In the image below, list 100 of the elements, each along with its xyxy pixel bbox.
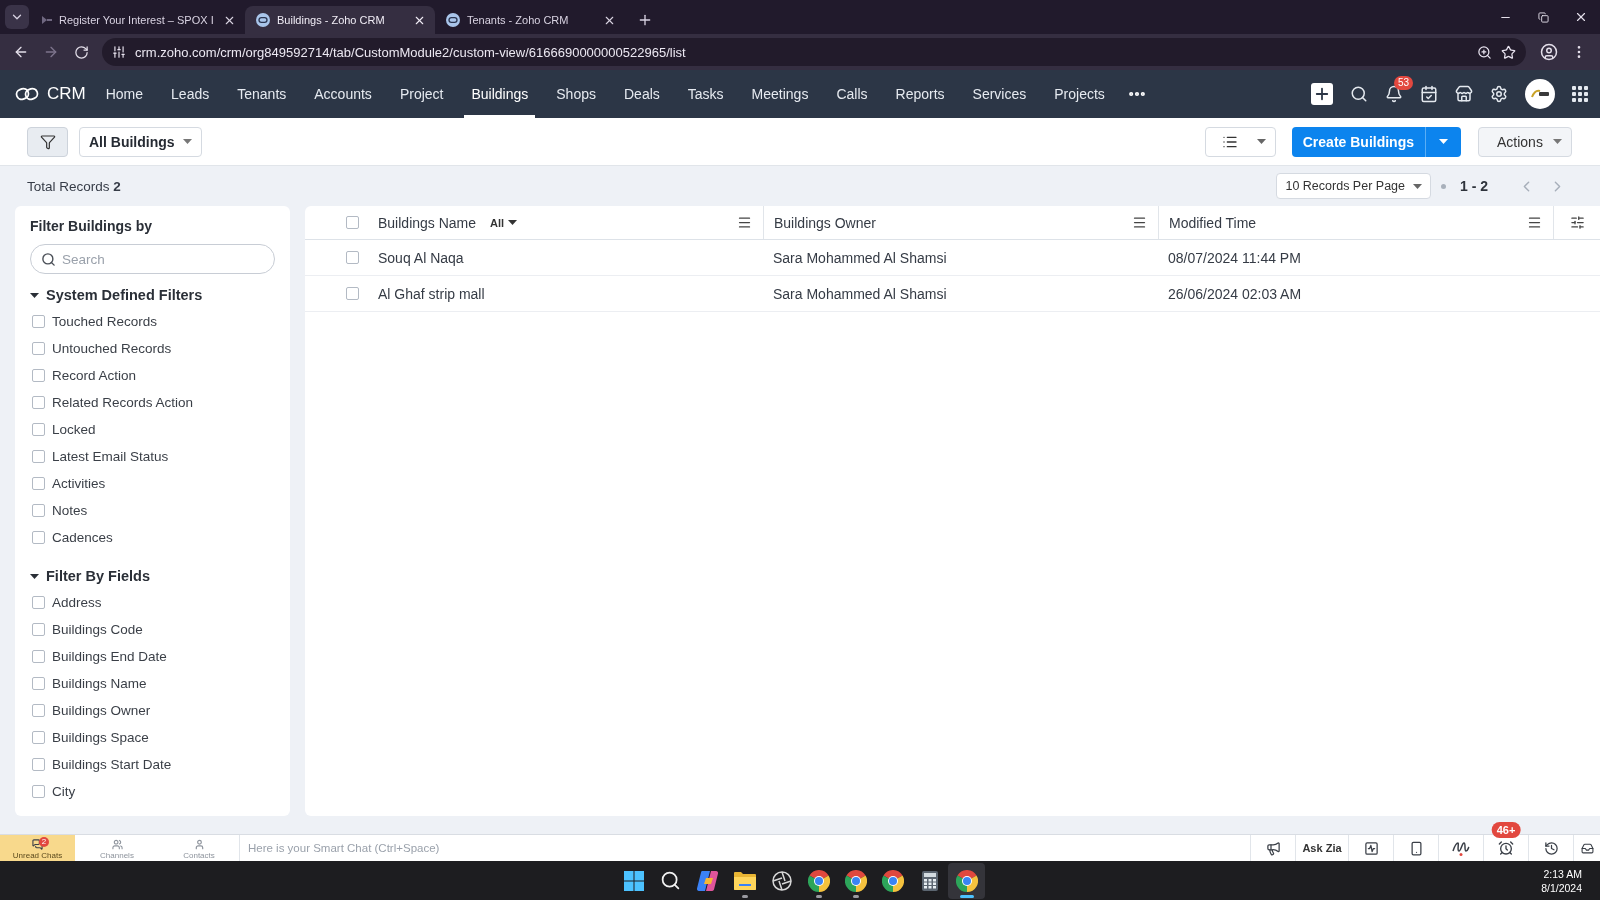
checkbox[interactable] <box>32 423 45 436</box>
address-field[interactable]: crm.zoho.com/crm/org849592714/tab/CustomModule2/custom-view/6166690000000522965/list <box>102 38 1526 66</box>
restore-icon[interactable] <box>1537 11 1549 23</box>
unread-badge: 2 <box>39 836 49 847</box>
caret-down-icon <box>1413 183 1422 189</box>
zoom-icon[interactable] <box>1477 44 1492 60</box>
browser-logo-icon <box>955 869 978 892</box>
close-icon[interactable] <box>1574 10 1588 24</box>
megaphone-icon[interactable] <box>1265 840 1281 856</box>
ring-favicon-icon <box>446 13 460 27</box>
separator-dot-icon <box>1441 183 1446 189</box>
checkbox[interactable] <box>32 785 45 798</box>
tab-search-button[interactable] <box>5 5 29 29</box>
nav-tab[interactable]: Deals <box>617 70 667 118</box>
reload-icon[interactable] <box>73 44 89 60</box>
checkbox[interactable] <box>32 758 45 771</box>
menu-icon[interactable] <box>737 215 752 230</box>
alarm-clock-icon[interactable] <box>1498 840 1514 856</box>
avatar-icon[interactable] <box>1525 79 1555 109</box>
folder-icon <box>733 871 756 890</box>
tray-icon[interactable] <box>1580 841 1594 855</box>
checkbox[interactable] <box>32 477 45 490</box>
search-input[interactable]: Search <box>62 249 264 269</box>
nav-tab[interactable]: Calls <box>829 70 875 118</box>
nav-tab[interactable]: Leads <box>164 70 217 118</box>
nav-tab[interactable]: Reports <box>888 70 952 118</box>
nav-tab[interactable]: Projects <box>1047 70 1112 118</box>
person-icon <box>193 838 205 850</box>
bookmark-star-icon[interactable] <box>1501 44 1516 60</box>
browser-tab[interactable]: Register Your Interest – SPOX I <box>31 6 245 34</box>
menu-icon[interactable] <box>1132 215 1147 230</box>
filter-label: Buildings End Date <box>52 649 167 664</box>
checkbox[interactable] <box>32 650 45 663</box>
checkbox[interactable] <box>32 531 45 544</box>
nav-tab[interactable]: Project <box>392 70 451 118</box>
checkbox[interactable] <box>32 704 45 717</box>
filter-label: Locked <box>52 422 96 437</box>
create-button[interactable]: Create Buildings <box>1291 126 1426 157</box>
view-dropdown[interactable]: All Buildings <box>79 126 202 157</box>
checkbox[interactable] <box>32 623 45 636</box>
checkbox[interactable] <box>346 216 359 229</box>
total-records-text: Total Records 2 <box>27 178 121 194</box>
activity-icon[interactable] <box>1363 840 1379 856</box>
filter-label: Buildings Code <box>52 622 143 637</box>
menu-icon[interactable] <box>1527 215 1542 230</box>
column-filter-button[interactable]: All <box>490 216 518 229</box>
checkbox[interactable] <box>32 677 45 690</box>
history-icon[interactable] <box>1543 840 1559 856</box>
view-toggle-button[interactable] <box>1204 126 1276 157</box>
site-settings-icon[interactable] <box>112 45 126 59</box>
checkbox[interactable] <box>32 731 45 744</box>
column-settings-icon[interactable] <box>1569 215 1585 230</box>
filter-button[interactable] <box>27 126 68 157</box>
checkbox[interactable] <box>346 251 359 264</box>
create-menu-button[interactable] <box>1426 126 1461 157</box>
store-icon[interactable] <box>1455 85 1473 103</box>
taskbar-app-button[interactable] <box>948 862 985 899</box>
browser-tab[interactable]: Tenants - Zoho CRM <box>435 6 625 34</box>
column-header: Buildings Owner <box>774 214 876 231</box>
calendar-icon[interactable] <box>1420 85 1438 103</box>
search-icon[interactable] <box>1350 85 1368 103</box>
squiggle-icon[interactable] <box>1452 840 1470 856</box>
section-toggle[interactable]: Filter By Fields <box>30 563 150 589</box>
caret-down-icon <box>508 220 518 225</box>
section-toggle[interactable]: System Defined Filters <box>30 282 203 308</box>
nav-tab[interactable]: Meetings <box>744 70 816 118</box>
table-cell-text: Souq Al Naqa <box>378 248 465 268</box>
nav-tab[interactable]: Services <box>965 70 1034 118</box>
panel-title: Filter Buildings by <box>30 217 154 235</box>
nav-tab[interactable]: Shops <box>549 70 603 118</box>
browser-logo-icon <box>844 869 867 892</box>
checkbox[interactable] <box>32 596 45 609</box>
checkbox[interactable] <box>32 315 45 328</box>
apps-grid-icon[interactable] <box>1572 86 1588 102</box>
add-button[interactable] <box>1311 83 1333 105</box>
checkbox[interactable] <box>32 396 45 409</box>
nav-tab[interactable]: Tenants <box>230 70 294 118</box>
browser-logo-icon <box>807 869 830 892</box>
actions-button[interactable]: Actions <box>1478 126 1572 157</box>
checkbox[interactable] <box>32 369 45 382</box>
search-icon <box>41 251 56 267</box>
profile-icon[interactable] <box>1540 43 1558 61</box>
nav-tab[interactable]: Home <box>98 70 151 118</box>
checkbox[interactable] <box>32 342 45 355</box>
browser-tab[interactable]: Buildings - Zoho CRM <box>245 6 435 34</box>
nav-tab[interactable]: Tasks <box>680 70 731 118</box>
forward-arrow-icon[interactable] <box>43 44 59 60</box>
bell-icon[interactable] <box>1385 85 1403 103</box>
per-page-dropdown[interactable]: 10 Records Per Page <box>1276 173 1431 199</box>
new-tab-icon[interactable] <box>637 12 653 28</box>
phone-icon[interactable] <box>1408 840 1424 856</box>
checkbox[interactable] <box>346 287 359 300</box>
nav-tab[interactable]: Accounts <box>307 70 379 118</box>
chat-tab[interactable]: 2 Unread Chats <box>0 835 75 861</box>
filter-label: Latest Email Status <box>52 449 169 464</box>
filter-label: Address <box>52 595 102 610</box>
checkbox[interactable] <box>32 450 45 463</box>
settings-icon[interactable] <box>1490 85 1508 103</box>
linked-rings-logo-icon <box>15 86 39 102</box>
checkbox[interactable] <box>32 504 45 517</box>
